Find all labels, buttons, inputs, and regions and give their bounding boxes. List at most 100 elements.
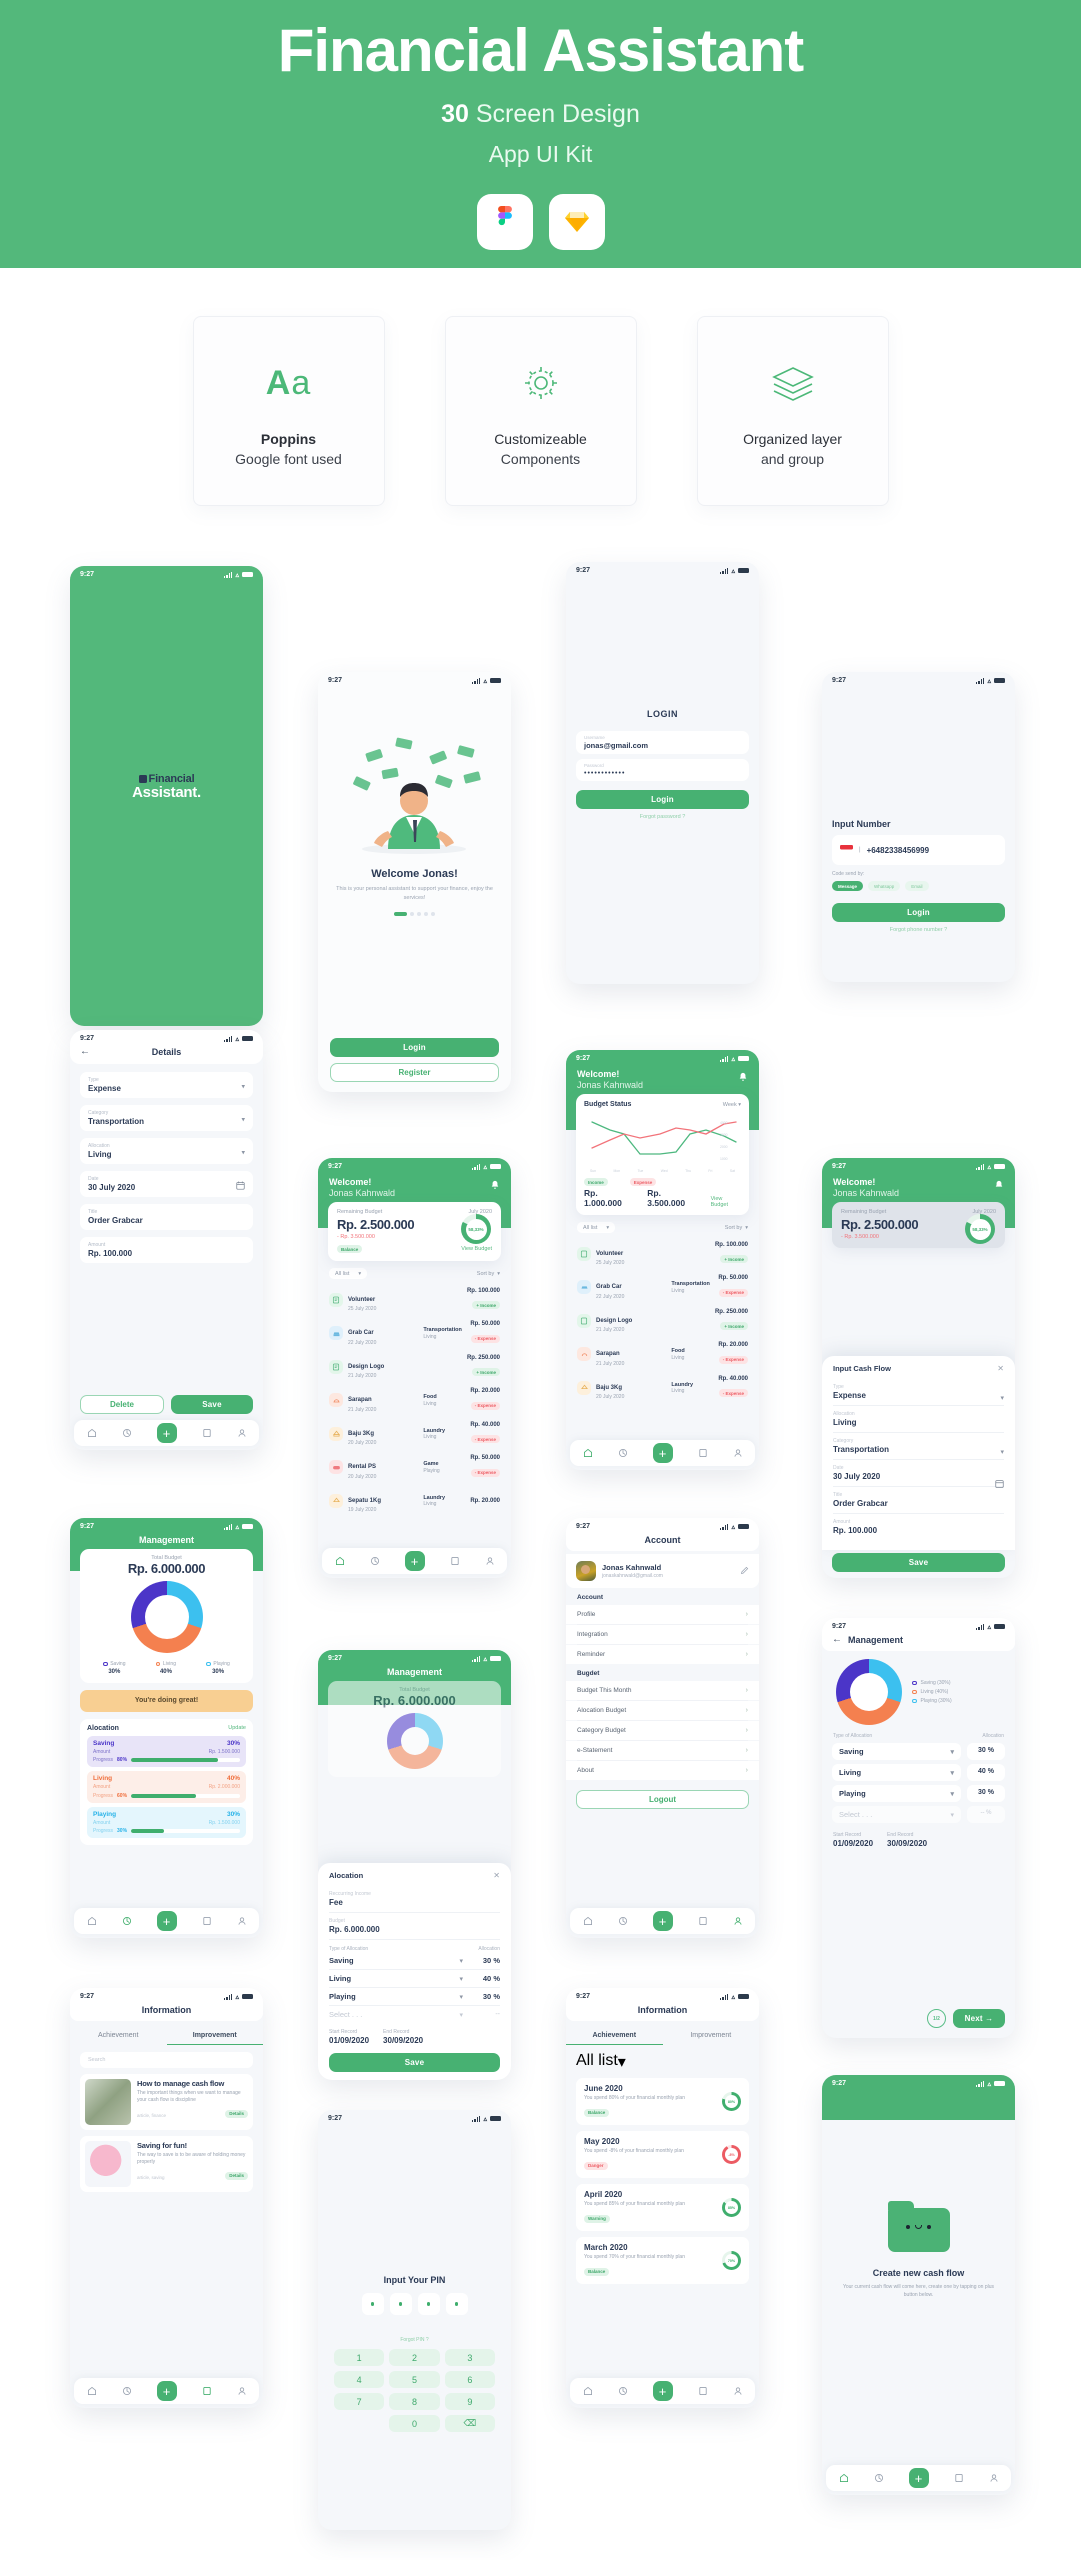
field-type[interactable]: Type Expense ▾ bbox=[80, 1072, 253, 1098]
nav-docs-icon[interactable] bbox=[202, 1428, 212, 1438]
profile-card[interactable]: Jonas Kahnwald jonaskahnwald@gmail.com bbox=[566, 1554, 759, 1588]
nav-stats-icon[interactable] bbox=[122, 2386, 132, 2396]
next-button[interactable]: Next → bbox=[953, 2009, 1005, 2028]
table-row[interactable]: Volunteer 25 July 2020 Rp. 100.000 + Incom… bbox=[318, 1283, 511, 1317]
nav-profile-icon[interactable] bbox=[733, 1448, 743, 1458]
start-record-field[interactable]: Start Record 01/09/2020 bbox=[833, 1832, 873, 1848]
nav-home-icon[interactable] bbox=[87, 2386, 97, 2396]
table-row[interactable]: Grab Car 22 July 2020 Transportation Livin… bbox=[566, 1271, 759, 1305]
field-amount[interactable]: Amount Rp. 100.000 bbox=[833, 1514, 1004, 1540]
list-item[interactable]: April 2020 You spend 85% of your financi… bbox=[576, 2184, 749, 2231]
allocation-percent[interactable]: 40 % bbox=[967, 1764, 1005, 1781]
nav-docs-icon[interactable] bbox=[698, 1916, 708, 1926]
chevron-down-icon[interactable]: ▾ bbox=[950, 1769, 954, 1777]
tab-achievement[interactable]: Achievement bbox=[566, 2025, 663, 2045]
register-button[interactable]: Register bbox=[330, 1063, 499, 1082]
chip-message[interactable]: Message bbox=[832, 881, 864, 891]
country-flag-icon[interactable] bbox=[840, 841, 853, 859]
nav-profile-icon[interactable] bbox=[237, 1428, 247, 1438]
end-record-field[interactable]: End Record 30/09/2020 bbox=[383, 2029, 423, 2045]
username-field[interactable]: Username jonas@gmail.com bbox=[576, 731, 749, 754]
logout-button[interactable]: Logout bbox=[576, 1790, 749, 1809]
field-date[interactable]: Date 30 July 2020 bbox=[80, 1171, 253, 1197]
bell-icon[interactable] bbox=[738, 1069, 748, 1087]
nav-profile-icon[interactable] bbox=[237, 1916, 247, 1926]
nav-stats-icon[interactable] bbox=[370, 1556, 380, 1566]
nav-profile-icon[interactable] bbox=[733, 2386, 743, 2396]
edit-pencil-icon[interactable] bbox=[740, 1562, 749, 1580]
table-row[interactable]: Rental PS 20 July 2020 Game Playing Rp. 50… bbox=[318, 1451, 511, 1485]
field-title[interactable]: Title Order Grabcar bbox=[80, 1204, 253, 1230]
key-0[interactable]: 0 bbox=[389, 2415, 440, 2432]
nav-home-icon[interactable] bbox=[335, 1556, 345, 1566]
nav-home-icon[interactable] bbox=[583, 2386, 593, 2396]
chevron-down-icon[interactable]: ▾ bbox=[241, 1116, 245, 1124]
field-recurring-income[interactable]: Reccurring Income Fee bbox=[329, 1886, 500, 1913]
nav-add-button[interactable]: + bbox=[404, 1551, 425, 1571]
nav-add-button[interactable]: + bbox=[156, 1911, 177, 1931]
field-allocation[interactable]: Allocation Living ▾ bbox=[80, 1138, 253, 1164]
figma-icon[interactable] bbox=[476, 193, 533, 250]
backspace-icon[interactable]: ⌫ bbox=[444, 2415, 495, 2432]
pin-digit-box[interactable] bbox=[361, 2293, 384, 2315]
close-icon[interactable]: ✕ bbox=[997, 1364, 1004, 1373]
allocation-row-living[interactable]: Living ▾ 40 % bbox=[832, 1764, 1005, 1781]
key-7[interactable]: 7 bbox=[334, 2393, 385, 2410]
nav-home-icon[interactable] bbox=[583, 1448, 593, 1458]
field-category[interactable]: Category Transportation ▾ bbox=[833, 1433, 1004, 1460]
select-percent[interactable]: -- % bbox=[967, 1806, 1005, 1823]
bell-icon[interactable] bbox=[490, 1177, 500, 1195]
key-8[interactable]: 8 bbox=[389, 2393, 440, 2410]
field-allocation[interactable]: Allocation Living bbox=[833, 1406, 1004, 1433]
nav-home-icon[interactable] bbox=[839, 2473, 849, 2483]
chip-whatsapp[interactable]: Whatsapp bbox=[868, 881, 901, 891]
onboarding-dots[interactable] bbox=[318, 911, 511, 916]
table-row[interactable]: Baju 3Kg 20 July 2020 Laundry Living Rp. 4… bbox=[566, 1371, 759, 1405]
chevron-down-icon[interactable]: ▾ bbox=[950, 1811, 954, 1819]
table-row[interactable]: Design Logo 21 July 2020 Rp. 250.000 + Inc… bbox=[566, 1304, 759, 1338]
view-budget-link[interactable]: View Budget bbox=[461, 1246, 492, 1252]
nav-docs-icon[interactable] bbox=[698, 1448, 708, 1458]
list-item[interactable]: Saving for fun! The way to save is to be… bbox=[80, 2136, 253, 2192]
nav-profile-icon[interactable] bbox=[237, 2386, 247, 2396]
pin-digit-box[interactable] bbox=[445, 2293, 468, 2315]
allocation-row-playing[interactable]: Playing ▾ 30 % bbox=[329, 1988, 500, 2006]
chevron-down-icon[interactable]: ▾ bbox=[1000, 1448, 1004, 1456]
sort-dropdown[interactable]: Sort by ▾ bbox=[477, 1271, 500, 1277]
key-2[interactable]: 2 bbox=[389, 2349, 440, 2366]
key-1[interactable]: 1 bbox=[334, 2349, 385, 2366]
save-button[interactable]: Save bbox=[171, 1395, 253, 1414]
chevron-down-icon[interactable]: ▾ bbox=[459, 2011, 463, 2019]
pin-input-row[interactable] bbox=[318, 2293, 511, 2315]
table-row[interactable]: Design Logo 21 July 2020 Rp. 250.000 + Inc… bbox=[318, 1350, 511, 1384]
menu-item-budget-this-month[interactable]: Budget This Month › bbox=[566, 1681, 759, 1700]
chevron-down-icon[interactable]: ▾ bbox=[241, 1149, 245, 1157]
calendar-icon[interactable] bbox=[236, 1177, 245, 1195]
login-button[interactable]: Login bbox=[330, 1038, 499, 1057]
password-field[interactable]: Password •••••••••••• bbox=[576, 759, 749, 781]
nav-stats-icon[interactable] bbox=[122, 1428, 132, 1438]
allocation-row-saving[interactable]: Saving ▾ 30 % bbox=[832, 1743, 1005, 1760]
table-row[interactable]: Baju 3Kg 20 July 2020 Laundry Living Rp. 4… bbox=[318, 1417, 511, 1451]
article-badge[interactable]: Details bbox=[225, 2171, 248, 2180]
filter-dropdown[interactable]: All list ▾ bbox=[576, 2052, 626, 2072]
menu-item-about[interactable]: About › bbox=[566, 1761, 759, 1780]
nav-profile-icon[interactable] bbox=[989, 2473, 999, 2483]
menu-item-integration[interactable]: Integration › bbox=[566, 1625, 759, 1644]
menu-item-profile[interactable]: Profile › bbox=[566, 1605, 759, 1624]
nav-add-button[interactable]: + bbox=[652, 1911, 673, 1931]
delete-button[interactable]: Delete bbox=[80, 1395, 164, 1414]
nav-docs-icon[interactable] bbox=[698, 2386, 708, 2396]
bell-icon[interactable] bbox=[994, 1177, 1004, 1195]
table-row[interactable]: Volunteer 25 July 2020 Rp. 100.000 + Incom… bbox=[566, 1237, 759, 1271]
filter-dropdown[interactable]: All list ▾ bbox=[577, 1222, 616, 1233]
nav-stats-icon[interactable] bbox=[618, 1916, 628, 1926]
nav-profile-icon[interactable] bbox=[485, 1556, 495, 1566]
table-row[interactable]: Sarapan 21 July 2020 Food Living Rp. 20.00… bbox=[318, 1384, 511, 1418]
menu-item-category-budget[interactable]: Category Budget › bbox=[566, 1721, 759, 1740]
close-icon[interactable]: ✕ bbox=[493, 1871, 500, 1880]
nav-add-button[interactable]: + bbox=[908, 2468, 929, 2488]
filter-dropdown[interactable]: All list ▾ bbox=[329, 1268, 368, 1279]
field-title[interactable]: Title Order Grabcar bbox=[833, 1487, 1004, 1514]
nav-docs-icon[interactable] bbox=[202, 1916, 212, 1926]
